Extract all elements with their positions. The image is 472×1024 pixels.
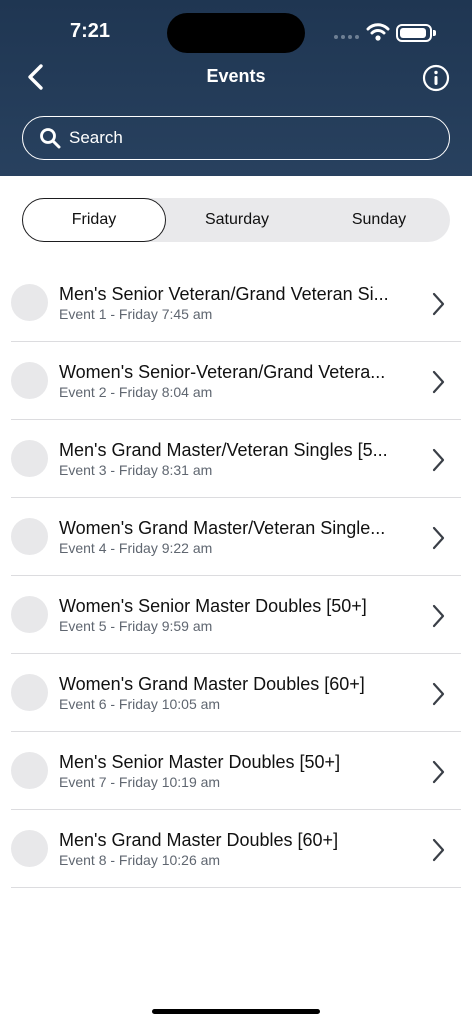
- event-avatar: [11, 284, 48, 321]
- chevron-right-icon: [432, 448, 445, 472]
- tab-sunday[interactable]: Sunday: [308, 198, 450, 242]
- event-row[interactable]: Men's Senior Master Doubles [50+] Event …: [11, 732, 461, 810]
- page-title: Events: [206, 66, 266, 86]
- event-row[interactable]: Women's Senior Master Doubles [50+] Even…: [11, 576, 461, 654]
- event-avatar: [11, 596, 48, 633]
- event-title: Men's Senior Veteran/Grand Veteran Si...: [59, 284, 389, 304]
- status-time: 7:21: [70, 20, 111, 42]
- cellular-signal-icon: [334, 35, 359, 39]
- event-subtitle: Event 3 - Friday 8:31 am: [59, 462, 213, 478]
- chevron-right-icon: [432, 760, 445, 784]
- event-subtitle: Event 8 - Friday 10:26 am: [59, 852, 221, 868]
- battery-icon: [396, 24, 436, 42]
- header-bar: 7:21 Events: [0, 0, 472, 176]
- tab-saturday[interactable]: Saturday: [166, 198, 308, 242]
- chevron-right-icon: [432, 292, 445, 316]
- chevron-right-icon: [432, 370, 445, 394]
- search-bar[interactable]: [22, 116, 450, 160]
- chevron-right-icon: [432, 838, 445, 862]
- event-subtitle: Event 2 - Friday 8:04 am: [59, 384, 213, 400]
- chevron-right-icon: [432, 526, 445, 550]
- event-subtitle: Event 5 - Friday 9:59 am: [59, 618, 213, 634]
- event-title: Women's Senior-Veteran/Grand Vetera...: [59, 362, 386, 382]
- event-row[interactable]: Women's Senior-Veteran/Grand Vetera... E…: [11, 342, 461, 420]
- day-segmented-control: Friday Saturday Sunday: [22, 198, 450, 242]
- dynamic-island: [167, 13, 305, 53]
- event-title: Men's Senior Master Doubles [50+]: [59, 752, 341, 772]
- home-indicator: [152, 1009, 320, 1014]
- event-title: Men's Grand Master/Veteran Singles [5...: [59, 440, 388, 460]
- event-avatar: [11, 518, 48, 555]
- event-title: Women's Senior Master Doubles [50+]: [59, 596, 367, 616]
- event-subtitle: Event 4 - Friday 9:22 am: [59, 540, 213, 556]
- event-row[interactable]: Men's Senior Veteran/Grand Veteran Si...…: [11, 264, 461, 342]
- event-title: Women's Grand Master Doubles [60+]: [59, 674, 365, 694]
- search-icon: [40, 128, 61, 149]
- search-input[interactable]: [69, 117, 429, 158]
- chevron-right-icon: [432, 682, 445, 706]
- event-title: Men's Grand Master Doubles [60+]: [59, 830, 339, 850]
- event-row[interactable]: Women's Grand Master/Veteran Single... E…: [11, 498, 461, 576]
- event-list: Men's Senior Veteran/Grand Veteran Si...…: [11, 264, 461, 888]
- event-avatar: [11, 830, 48, 867]
- event-row[interactable]: Men's Grand Master Doubles [60+] Event 8…: [11, 810, 461, 888]
- event-avatar: [11, 752, 48, 789]
- event-subtitle: Event 6 - Friday 10:05 am: [59, 696, 221, 712]
- chevron-right-icon: [432, 604, 445, 628]
- tab-friday[interactable]: Friday: [22, 198, 166, 242]
- event-row[interactable]: Men's Grand Master/Veteran Singles [5...…: [11, 420, 461, 498]
- info-icon[interactable]: [422, 64, 450, 92]
- event-avatar: [11, 440, 48, 477]
- wifi-icon: [366, 23, 390, 41]
- event-subtitle: Event 1 - Friday 7:45 am: [59, 306, 213, 322]
- event-subtitle: Event 7 - Friday 10:19 am: [59, 774, 221, 790]
- event-title: Women's Grand Master/Veteran Single...: [59, 518, 386, 538]
- event-row[interactable]: Women's Grand Master Doubles [60+] Event…: [11, 654, 461, 732]
- event-avatar: [11, 362, 48, 399]
- event-avatar: [11, 674, 48, 711]
